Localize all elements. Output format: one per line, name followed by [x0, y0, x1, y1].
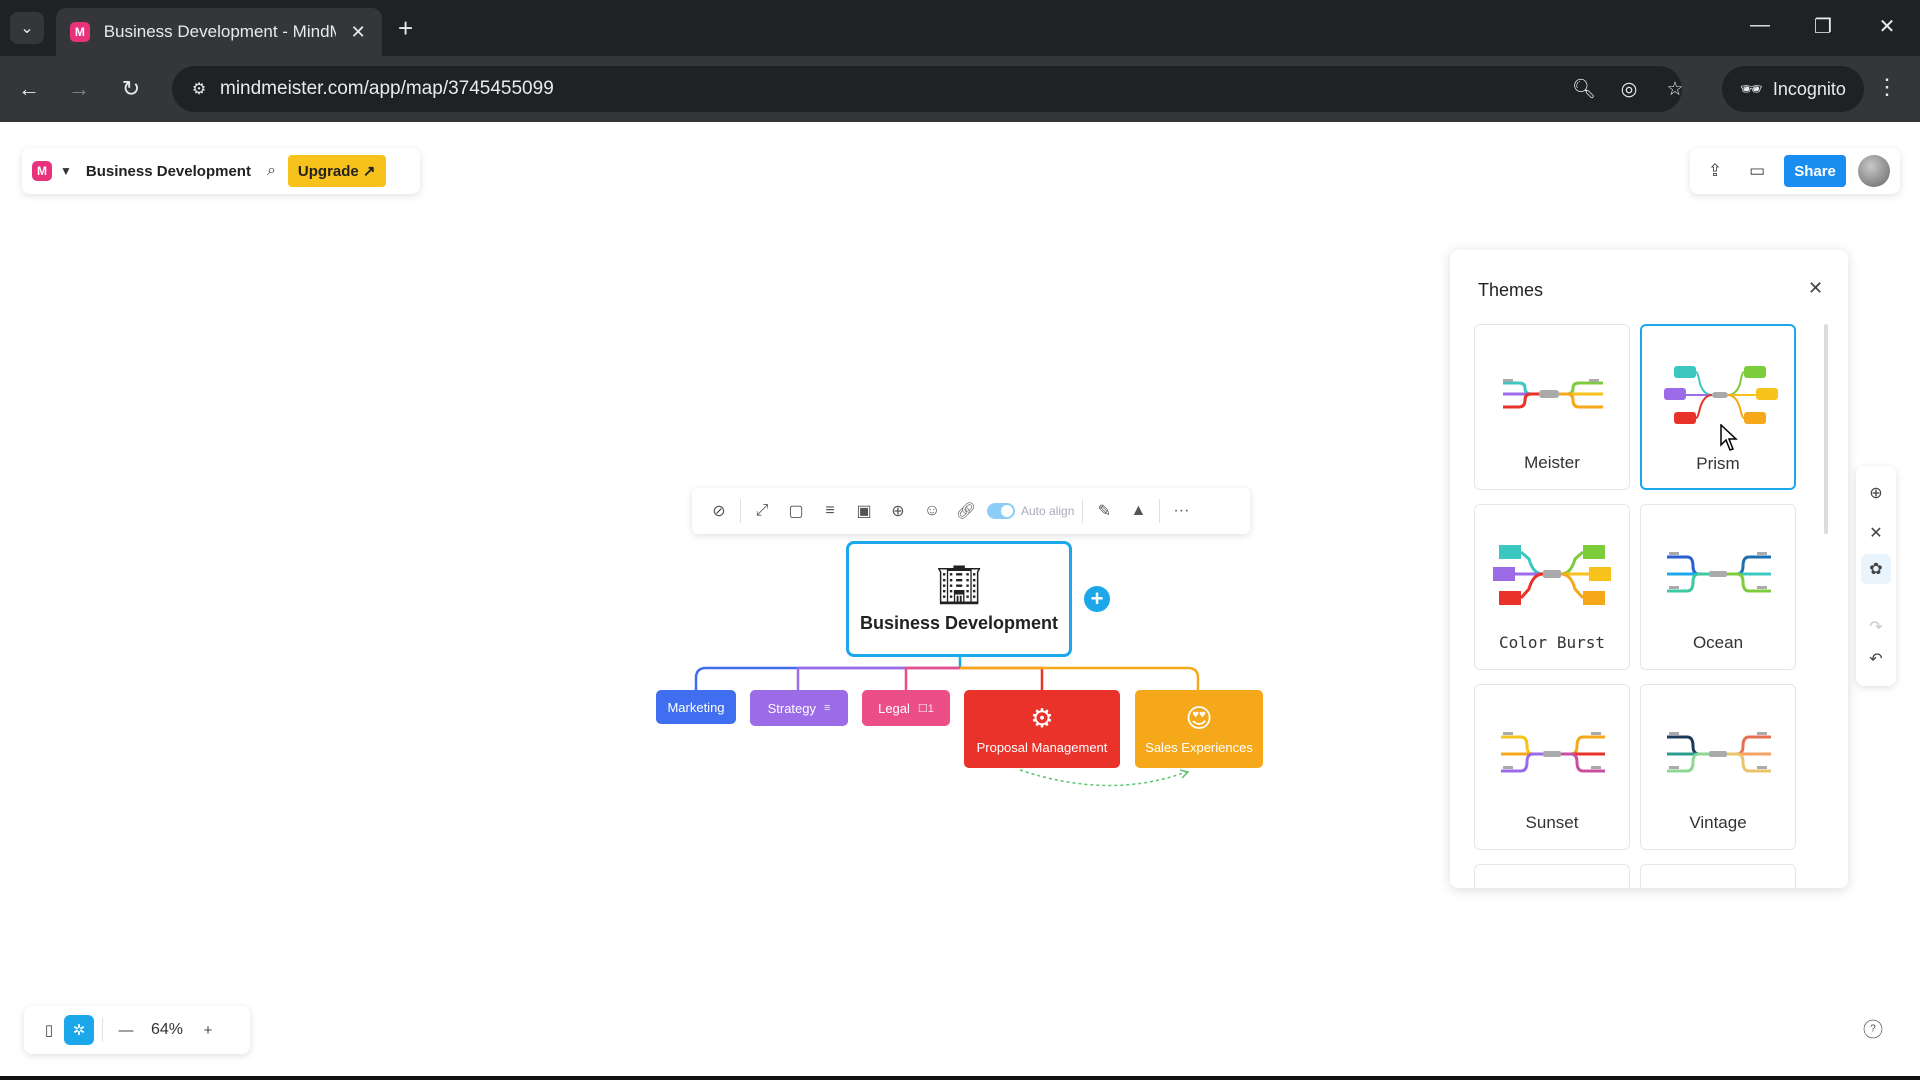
side-tools: ⊕ ✕ ✿ ↷ ↶: [1856, 466, 1896, 686]
redo-icon[interactable]: ↷: [1861, 612, 1891, 642]
zoom-out-button[interactable]: —: [111, 1015, 141, 1045]
zoom-level[interactable]: 64%: [151, 1021, 183, 1039]
theme-preview-meister: [1503, 379, 1603, 409]
theme-name: Ocean: [1692, 633, 1744, 652]
add-topic-icon[interactable]: ⊕: [1861, 478, 1891, 508]
node-label: Marketing: [667, 699, 725, 715]
mouse-cursor-icon: [1720, 424, 1738, 451]
theme-name: Prism: [1696, 454, 1740, 473]
node-label: Sales Experiences: [1145, 739, 1253, 755]
node-label: Proposal Management: [976, 739, 1108, 755]
office-building-icon: 🏢︎: [934, 564, 984, 607]
theme-card-color-burst[interactable]: Color Burst: [1474, 504, 1630, 670]
note-icon: ≡: [824, 702, 831, 714]
outline-view-icon[interactable]: ▯: [34, 1015, 64, 1045]
node-proposal-management[interactable]: ⚙︎ Proposal Management: [964, 690, 1120, 768]
close-icon[interactable]: ✕: [1808, 278, 1823, 299]
node-sales-experiences[interactable]: 😍︎ Sales Experiences: [1135, 690, 1263, 768]
theme-card-sunset[interactable]: Sunset: [1474, 684, 1630, 850]
theme-preview-vintage: [1667, 732, 1771, 773]
theme-preview-ocean: [1667, 552, 1771, 593]
node-label: Legal: [878, 700, 910, 716]
node-strategy[interactable]: Strategy ≡: [750, 690, 848, 726]
theme-preview-sunset: [1501, 732, 1605, 773]
themes-title: Themes: [1478, 280, 1544, 300]
bottom-edge: [0, 1076, 1920, 1080]
theme-name: Color Burst: [1499, 633, 1605, 652]
theme-card-partial[interactable]: [1474, 864, 1630, 888]
themes-panel: Themes ✕ Meister Prism Color Burst Ocean…: [1450, 250, 1848, 888]
comment-count-icon: ☐1: [917, 702, 934, 715]
divider: [102, 1018, 103, 1042]
theme-name: Vintage: [1689, 813, 1747, 832]
root-node-label: Business Development: [859, 612, 1059, 633]
zoom-in-button[interactable]: +: [193, 1015, 223, 1045]
node-legal[interactable]: Legal ☐1: [862, 690, 950, 726]
root-node[interactable]: 🏢︎ Business Development: [846, 541, 1072, 657]
theme-card-prism[interactable]: Prism: [1640, 324, 1796, 490]
theme-name: Meister: [1524, 453, 1580, 472]
bottom-controls: ▯ ✲ — 64% +: [24, 1006, 250, 1054]
node-marketing[interactable]: Marketing: [656, 690, 736, 724]
theme-preview-color-burst: [1493, 545, 1611, 605]
theme-name: Sunset: [1525, 813, 1579, 832]
theme-card-ocean[interactable]: Ocean: [1640, 504, 1796, 670]
add-child-button[interactable]: +: [1084, 586, 1110, 612]
undo-icon[interactable]: ↶: [1861, 644, 1891, 674]
node-label: Strategy: [767, 700, 816, 716]
scrollbar[interactable]: [1824, 324, 1828, 534]
theme-palette-icon[interactable]: ✿: [1861, 554, 1891, 584]
mindmap-view-icon[interactable]: ✲: [64, 1015, 94, 1045]
heart-eyes-icon: 😍︎: [1185, 702, 1213, 733]
theme-card-meister[interactable]: Meister: [1474, 324, 1630, 490]
help-icon[interactable]: ?: [1863, 1019, 1883, 1039]
theme-card-partial[interactable]: [1640, 864, 1796, 888]
bulb-icon: ⚙︎: [1030, 702, 1054, 733]
layout-icon[interactable]: ✕: [1861, 518, 1891, 548]
theme-card-vintage[interactable]: Vintage: [1640, 684, 1796, 850]
